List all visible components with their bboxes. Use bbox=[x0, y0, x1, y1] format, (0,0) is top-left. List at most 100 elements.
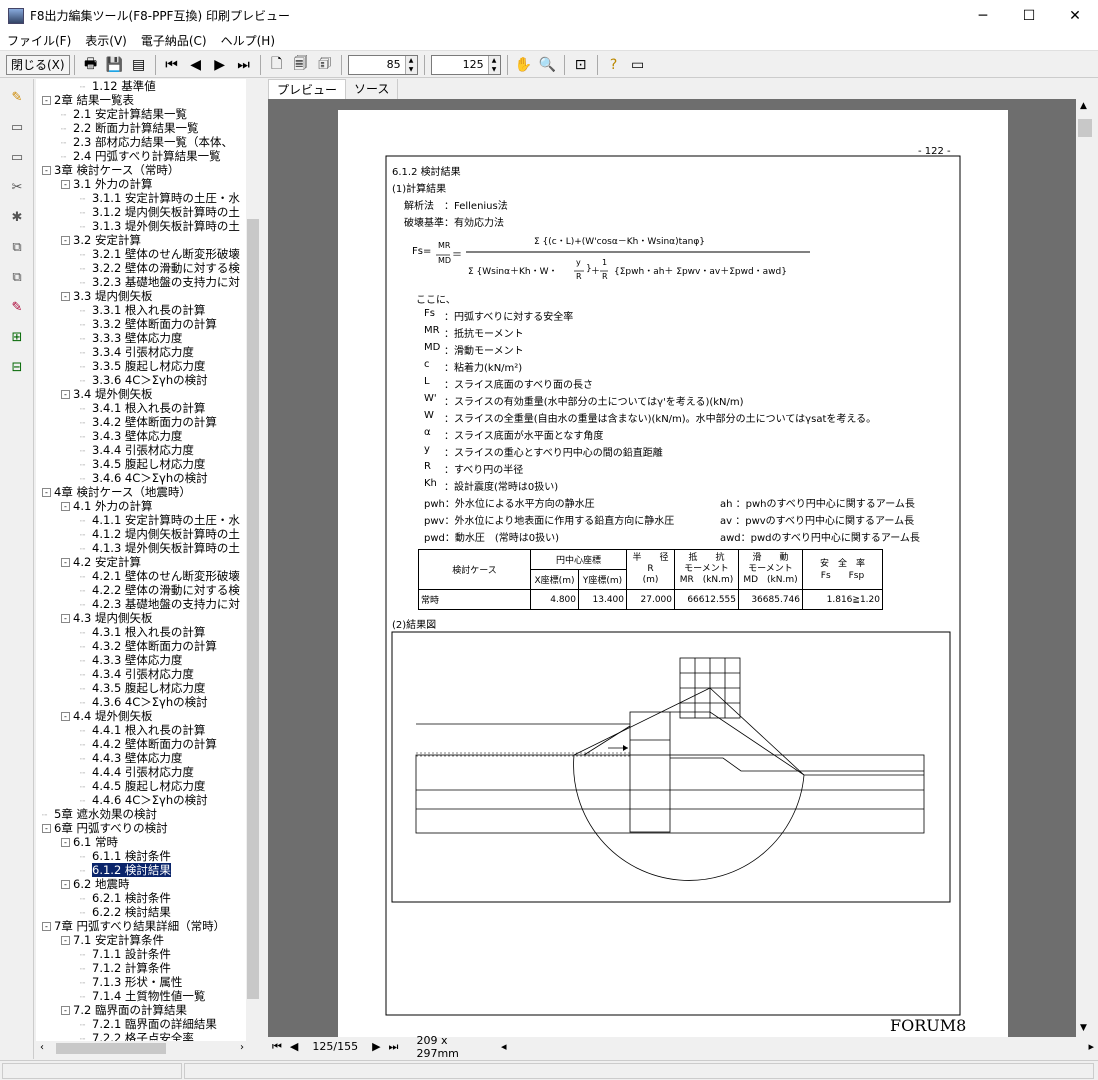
tree-toggle-icon[interactable]: - bbox=[61, 1006, 70, 1015]
tree-item[interactable]: ┈ 3.2.3 基礎地盤の支持力に対 bbox=[36, 275, 260, 289]
last-page-icon[interactable]: ⏭ bbox=[233, 54, 255, 76]
tree-toggle-icon[interactable]: - bbox=[61, 180, 70, 189]
tree-item[interactable]: ┈ 7.1.1 設計条件 bbox=[36, 947, 260, 961]
tree-item[interactable]: ┈ 4.3.6 4C＞Σγhの検討 bbox=[36, 695, 260, 709]
tree-item[interactable]: ┈ 4.4.6 4C＞Σγhの検討 bbox=[36, 793, 260, 807]
tree-toggle-icon[interactable]: - bbox=[42, 166, 51, 175]
tree-item[interactable]: ┈ 1.12 基準値 bbox=[36, 79, 260, 93]
tree-vertical-scrollbar[interactable] bbox=[246, 79, 260, 1041]
menu-help[interactable]: ヘルプ(H) bbox=[214, 32, 282, 49]
page-arrows[interactable]: ▲ ▼ bbox=[487, 55, 500, 74]
tree-item[interactable]: ┈ 2.2 断面力計算結果一覧 bbox=[36, 121, 260, 135]
tree-toggle-icon[interactable]: - bbox=[61, 880, 70, 889]
tree-item[interactable]: ┈ 3.3.2 壁体断面力の計算 bbox=[36, 317, 260, 331]
zoom-arrows[interactable]: ▲ ▼ bbox=[404, 55, 417, 74]
tree-item[interactable]: ┈ 3.4.4 引張材応力度 bbox=[36, 443, 260, 457]
multi-page-icon[interactable]: 🗊 bbox=[314, 54, 336, 76]
tree-item[interactable]: ┈ 3.2.2 壁体の滑動に対する検 bbox=[36, 261, 260, 275]
tree-item[interactable]: -6章 円弧すべりの検討 bbox=[36, 821, 260, 835]
zoom-input[interactable] bbox=[348, 55, 405, 74]
tree-toggle-icon[interactable]: - bbox=[42, 96, 51, 105]
tree-item[interactable]: ┈ 3.3.6 4C＞Σγhの検討 bbox=[36, 373, 260, 387]
tree-item[interactable]: ┈ 3.4.5 腹起し材応力度 bbox=[36, 457, 260, 471]
tree-toggle-icon[interactable]: - bbox=[61, 936, 70, 945]
tree-item[interactable]: ┈ 3.4.2 壁体断面力の計算 bbox=[36, 415, 260, 429]
tree-item[interactable]: ┈ 7.1.2 計算条件 bbox=[36, 961, 260, 975]
tree-item[interactable]: ┈ 5章 遮水効果の検討 bbox=[36, 807, 260, 821]
tree-item[interactable]: -2章 結果一覧表 bbox=[36, 93, 260, 107]
tree-item[interactable]: ┈ 4.4.4 引張材応力度 bbox=[36, 765, 260, 779]
scrollbar-thumb[interactable] bbox=[1078, 119, 1092, 137]
tree-item[interactable]: -6.1 常時 bbox=[36, 835, 260, 849]
tree-item[interactable]: ┈ 6.2.2 検討結果 bbox=[36, 905, 260, 919]
tree-item[interactable]: -3.1 外力の計算 bbox=[36, 177, 260, 191]
tool-icon[interactable]: ✎ bbox=[5, 295, 29, 319]
menu-file[interactable]: ファイル(F) bbox=[0, 32, 78, 49]
prev-page-icon[interactable]: ◀ bbox=[185, 54, 207, 76]
tool-icon[interactable]: ✱ bbox=[5, 205, 29, 229]
tree-item[interactable]: ┈ 7.1.4 土質物性値一覧 bbox=[36, 989, 260, 1003]
tree-item[interactable]: -6.2 地震時 bbox=[36, 877, 260, 891]
tree-item[interactable]: -4.3 堤内側矢板 bbox=[36, 611, 260, 625]
tree-item[interactable]: -4.2 安定計算 bbox=[36, 555, 260, 569]
save-icon[interactable]: 💾 bbox=[104, 54, 126, 76]
tree-item[interactable]: ┈ 3.3.4 引張材応力度 bbox=[36, 345, 260, 359]
tree-toggle-icon[interactable]: - bbox=[61, 236, 70, 245]
tree-item[interactable]: ┈ 4.1.2 堤内側矢板計算時の土 bbox=[36, 527, 260, 541]
minimize-button[interactable]: ─ bbox=[960, 0, 1006, 31]
page-stepper[interactable]: ▲▼ bbox=[430, 54, 501, 75]
tree-item[interactable]: ┈ 7.2.2 格子点安全率 bbox=[36, 1031, 260, 1041]
zoom-icon[interactable]: 🔍 bbox=[537, 54, 559, 76]
tree-item[interactable]: ┈ 3.1.3 堤外側矢板計算時の土 bbox=[36, 219, 260, 233]
tree-item[interactable]: ┈ 7.1.3 形状・属性 bbox=[36, 975, 260, 989]
menu-view[interactable]: 表示(V) bbox=[78, 32, 134, 49]
tree-icon[interactable]: ⊞ bbox=[5, 325, 29, 349]
close-window-button[interactable]: ✕ bbox=[1052, 0, 1098, 31]
tree-item[interactable]: ┈ 4.3.5 腹起し材応力度 bbox=[36, 681, 260, 695]
tree-item[interactable]: ┈ 3.3.1 根入れ長の計算 bbox=[36, 303, 260, 317]
tree-item[interactable]: ┈ 4.3.3 壁体応力度 bbox=[36, 653, 260, 667]
tree-toggle-icon[interactable]: - bbox=[61, 838, 70, 847]
help-icon[interactable]: ? bbox=[603, 54, 625, 76]
close-preview-button[interactable]: 閉じる(X) bbox=[6, 54, 70, 75]
next-page-nav-icon[interactable]: ▶ bbox=[372, 1040, 380, 1053]
tree-toggle-icon[interactable]: - bbox=[42, 824, 51, 833]
tree-toggle-icon[interactable]: - bbox=[61, 502, 70, 511]
scroll-right-icon[interactable]: ▸ bbox=[1088, 1040, 1094, 1053]
tab-source[interactable]: ソース bbox=[346, 79, 399, 99]
tree-item[interactable]: ┈ 6.1.1 検討条件 bbox=[36, 849, 260, 863]
tree-item[interactable]: ┈ 3.3.5 腹起し材応力度 bbox=[36, 359, 260, 373]
tree-item[interactable]: ┈ 7.2.1 臨界面の詳細結果 bbox=[36, 1017, 260, 1031]
zoom-stepper[interactable]: ▲▼ bbox=[347, 54, 418, 75]
tree-item[interactable]: ┈ 4.1.1 安定計算時の土圧・水 bbox=[36, 513, 260, 527]
tree-toggle-icon[interactable]: - bbox=[61, 292, 70, 301]
tree-item[interactable]: ┈ 4.2.2 壁体の滑動に対する検 bbox=[36, 583, 260, 597]
tree-item[interactable]: ┈ 2.1 安定計算結果一覧 bbox=[36, 107, 260, 121]
scrollbar-thumb[interactable] bbox=[247, 219, 259, 999]
preview-vertical-scrollbar[interactable]: ▲ ▼ bbox=[1076, 99, 1094, 1037]
tool-icon[interactable]: ⧉ bbox=[5, 265, 29, 289]
tree-item[interactable]: ┈ 4.2.1 壁体のせん断変形破壊 bbox=[36, 569, 260, 583]
page-input[interactable] bbox=[431, 55, 488, 74]
first-page-icon[interactable]: ⏮ bbox=[161, 54, 183, 76]
single-page-icon[interactable]: 🗋 bbox=[266, 54, 288, 76]
tree-item[interactable]: ┈ 4.4.5 腹起し材応力度 bbox=[36, 779, 260, 793]
tree-item[interactable]: ┈ 3.3.3 壁体応力度 bbox=[36, 331, 260, 345]
tree-item[interactable]: ┈ 4.4.2 壁体断面力の計算 bbox=[36, 737, 260, 751]
export-icon[interactable]: ▤ bbox=[128, 54, 150, 76]
scroll-left-icon[interactable]: ◂ bbox=[501, 1040, 507, 1053]
tree-item[interactable]: -7章 円弧すべり結果詳細（常時） bbox=[36, 919, 260, 933]
tree-item[interactable]: ┈ 4.2.3 基礎地盤の支持力に対 bbox=[36, 597, 260, 611]
tool-icon[interactable]: ▭ bbox=[5, 115, 29, 139]
tree-item[interactable]: ┈ 2.3 部材応力結果一覧（本体、 bbox=[36, 135, 260, 149]
tree-horizontal-scrollbar[interactable]: ‹ › bbox=[36, 1041, 260, 1056]
next-page-icon[interactable]: ▶ bbox=[209, 54, 231, 76]
tree-item[interactable]: -3.2 安定計算 bbox=[36, 233, 260, 247]
menu-delivery[interactable]: 電子納品(C) bbox=[134, 32, 214, 49]
tree-item[interactable]: ┈ 4.1.3 堤外側矢板計算時の土 bbox=[36, 541, 260, 555]
tree-item[interactable]: -4.4 堤外側矢板 bbox=[36, 709, 260, 723]
tab-preview[interactable]: プレビュー bbox=[268, 79, 347, 99]
tree-item[interactable]: ┈ 6.2.1 検討条件 bbox=[36, 891, 260, 905]
maximize-button[interactable]: ☐ bbox=[1006, 0, 1052, 31]
tree-item[interactable]: ┈ 4.4.3 壁体応力度 bbox=[36, 751, 260, 765]
